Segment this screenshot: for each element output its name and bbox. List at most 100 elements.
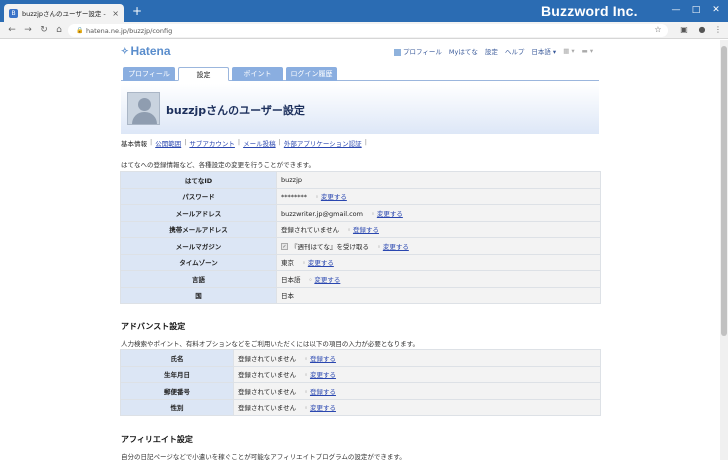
- row-label: パスワード: [121, 188, 276, 204]
- row-value: 登録されていません: [281, 226, 340, 235]
- new-tab-button[interactable]: +: [130, 4, 144, 18]
- row-value-cell: 東京変更する: [277, 254, 600, 270]
- nav-profile-label: プロフィール: [403, 48, 442, 56]
- row-value-cell: ✓『週刊はてな』を受け取る変更する: [277, 238, 600, 254]
- hatena-logo[interactable]: ✧ Hatena: [121, 44, 171, 58]
- row-value: ********: [281, 193, 307, 202]
- hatena-logo-icon: ✧: [121, 45, 129, 56]
- extension-icon[interactable]: ▣: [678, 24, 690, 36]
- tab-login-history[interactable]: ログイン履歴: [286, 67, 337, 81]
- avatar-body-shape: [132, 112, 157, 124]
- tab-points[interactable]: ポイント: [232, 67, 283, 81]
- account-icon[interactable]: ●: [696, 24, 708, 36]
- nav-help[interactable]: ヘルプ: [505, 46, 525, 56]
- row-label: メールマガジン: [121, 238, 276, 254]
- hatena-favicon-icon: B: [9, 8, 18, 18]
- menu-icon[interactable]: ⋮: [712, 24, 724, 36]
- table-row: 性別登録されていません変更する: [121, 399, 600, 415]
- subnav-external-apps[interactable]: 外部アプリケーション認証: [284, 138, 362, 148]
- settings-subnav: 基本情報 | 公開範囲 | サブアカウント | メール投稿 | 外部アプリケーシ…: [121, 138, 367, 148]
- row-action-link[interactable]: 登録する: [304, 355, 336, 363]
- table-row: タイムゾーン東京変更する: [121, 254, 600, 270]
- maximize-button[interactable]: □: [688, 4, 704, 16]
- forward-button[interactable]: →: [22, 24, 34, 36]
- nav-myhatena[interactable]: Myはてな: [449, 46, 478, 56]
- row-value-cell: 登録されていません登録する: [277, 221, 600, 237]
- basic-settings-table: はてなIDbuzzjpパスワード********変更するメールアドレスbuzzw…: [120, 171, 601, 304]
- tab-settings[interactable]: 設定: [178, 67, 229, 81]
- row-value-cell: 日本語変更する: [277, 271, 600, 287]
- row-value: 登録されていません: [238, 371, 297, 380]
- bookmark-star-icon[interactable]: ☆: [652, 24, 664, 36]
- advanced-title: アドバンスト設定: [121, 322, 186, 331]
- page-header: buzzjpさんのユーザー設定: [121, 84, 599, 134]
- nav-settings[interactable]: 設定: [485, 46, 498, 56]
- basic-intro: はてなへの登録情報など、各種設定の変更を行うことができます。: [121, 161, 316, 169]
- row-label: はてなID: [121, 172, 276, 188]
- browser-tab[interactable]: B buzzjpさんのユーザー設定 - はてな ×: [4, 4, 124, 22]
- notification-icon[interactable]: ▬ ▾: [582, 47, 593, 55]
- page-scrollbar[interactable]: [720, 40, 728, 460]
- avatar-head-shape: [138, 98, 151, 111]
- row-action-link[interactable]: 登録する: [347, 226, 379, 234]
- row-action-link[interactable]: 変更する: [377, 243, 409, 251]
- row-label: 氏名: [121, 350, 233, 366]
- nav-language[interactable]: 日本語 ▾: [531, 46, 556, 56]
- subnav-separator: |: [150, 138, 153, 146]
- row-action-link[interactable]: 登録する: [304, 388, 336, 396]
- row-value: 登録されていません: [238, 387, 297, 396]
- logo-text: Hatena: [130, 44, 171, 58]
- page-title: buzzjpさんのユーザー設定: [166, 104, 305, 117]
- tab-close-icon[interactable]: ×: [112, 9, 119, 18]
- row-value-cell: buzzwriter.jp@gmail.com 変更する: [277, 205, 600, 221]
- nav-profile[interactable]: プロフィール: [394, 46, 442, 56]
- reload-button[interactable]: ↻: [38, 24, 50, 36]
- row-label: タイムゾーン: [121, 254, 276, 270]
- subnav-subaccount[interactable]: サブアカウント: [189, 138, 235, 148]
- newsletter-checkbox[interactable]: ✓: [281, 243, 288, 251]
- close-window-button[interactable]: ✕: [708, 4, 724, 16]
- row-action-link[interactable]: 変更する: [309, 276, 340, 284]
- url-text: hatena.ne.jp/buzzjp/config: [86, 26, 173, 35]
- settings-tabs: プロフィール 設定 ポイント ログイン履歴: [121, 66, 599, 81]
- row-label: 性別: [121, 399, 233, 415]
- top-nav: プロフィール Myはてな 設定 ヘルプ 日本語 ▾ ▦ ▾ ▬ ▾: [394, 46, 593, 56]
- advanced-settings-table: 氏名登録されていません登録する生年月日登録されていません変更する郵便番号登録され…: [120, 349, 601, 416]
- row-action-link[interactable]: 変更する: [304, 404, 336, 412]
- row-value: 登録されていません: [238, 404, 297, 413]
- tab-profile[interactable]: プロフィール: [123, 67, 175, 81]
- minimize-button[interactable]: —: [668, 4, 684, 16]
- row-label: 携帯メールアドレス: [121, 221, 276, 237]
- apps-grid-icon[interactable]: ▦ ▾: [563, 47, 574, 55]
- address-bar[interactable]: 🔒 hatena.ne.jp/buzzjp/config: [68, 24, 668, 37]
- back-button[interactable]: ←: [6, 24, 18, 36]
- page-content: ✧ Hatena プロフィール Myはてな 設定 ヘルプ 日本語 ▾ ▦ ▾ ▬…: [0, 40, 720, 460]
- brand-watermark: Buzzword Inc.: [541, 3, 638, 19]
- subnav-separator: |: [364, 138, 367, 146]
- avatar[interactable]: [127, 92, 160, 125]
- row-action-link[interactable]: 変更する: [302, 259, 334, 267]
- row-label: 言語: [121, 271, 276, 287]
- row-action-link[interactable]: 変更する: [315, 193, 347, 201]
- subnav-visibility[interactable]: 公開範囲: [155, 138, 181, 148]
- row-value-cell: 登録されていません変更する: [234, 366, 600, 382]
- row-value: 登録されていません: [238, 354, 297, 363]
- row-value: 東京: [281, 259, 294, 268]
- row-action-link[interactable]: 変更する: [304, 371, 336, 379]
- row-label: 生年月日: [121, 366, 233, 382]
- row-label: 郵便番号: [121, 383, 233, 399]
- row-value-cell: 日本: [277, 287, 600, 303]
- table-row: 郵便番号登録されていません登録する: [121, 383, 600, 399]
- subnav-separator: |: [278, 138, 281, 146]
- row-value: 日本語: [281, 275, 301, 284]
- row-value-cell: ******** 変更する: [277, 188, 600, 204]
- table-row: メールマガジン✓『週刊はてな』を受け取る変更する: [121, 238, 600, 254]
- home-button[interactable]: ⌂: [53, 24, 65, 36]
- nav-language-label: 日本語: [531, 48, 551, 56]
- row-value: 『週刊はてな』を受け取る: [291, 242, 369, 251]
- lock-icon: 🔒: [76, 27, 84, 34]
- row-action-link[interactable]: 変更する: [371, 210, 403, 218]
- scrollbar-thumb[interactable]: [721, 46, 727, 336]
- subnav-mail-post[interactable]: メール投稿: [243, 138, 276, 148]
- row-value: buzzjp: [281, 175, 303, 184]
